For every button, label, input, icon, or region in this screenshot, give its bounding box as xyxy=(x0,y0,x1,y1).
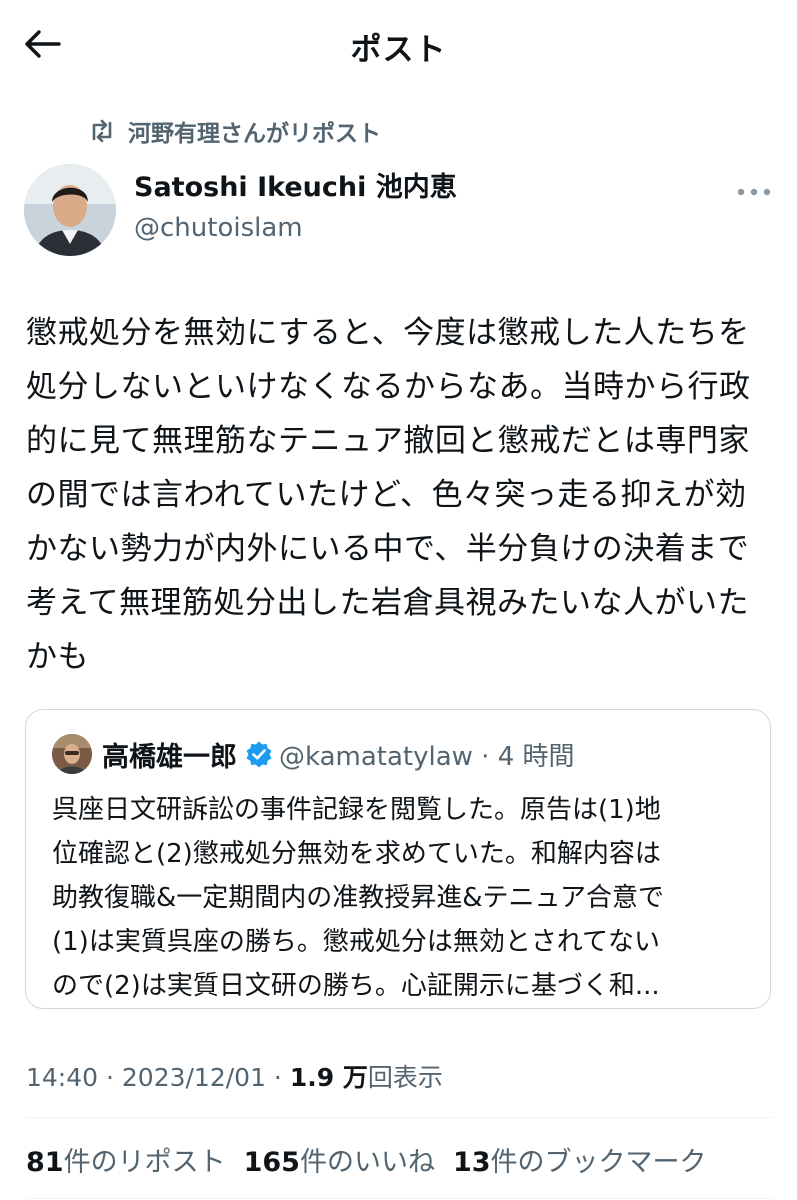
quoted-handle-time: @kamatatylaw · 4 時間 xyxy=(279,741,575,772)
divider xyxy=(26,1198,772,1199)
post-meta: 14:40 · 2023/12/01 · 1.9 万回表示 xyxy=(26,1058,443,1094)
stat-label: 件のブックマーク xyxy=(490,1147,707,1178)
more-button[interactable] xyxy=(734,178,774,206)
view-count: 1.9 万 xyxy=(289,1063,368,1092)
post-text: 懲戒処分を無効にすると、今度は懲戒した人たちを 処分しないといけなくなるからなあ… xyxy=(26,315,751,675)
quoted-post-text: 呉座日文研訴訟の事件記録を閲覧した。原告は(1)地 位確認と(2)懲戒処分無効を… xyxy=(52,795,665,1001)
author-avatar[interactable] xyxy=(24,164,116,256)
quoted-author-name: 高橋雄一郎 xyxy=(102,741,237,773)
verified-badge-icon xyxy=(245,740,273,768)
repost-icon xyxy=(88,116,118,146)
quoted-author-avatar[interactable] xyxy=(52,734,92,774)
top-bar: ポスト xyxy=(0,0,797,92)
stat-count: 13 xyxy=(452,1147,491,1178)
repost-label: 河野有理さんがリポスト xyxy=(128,121,381,147)
stat-count: 165 xyxy=(243,1147,300,1178)
likes-stat[interactable]: 165件のいいね xyxy=(244,1140,435,1179)
post-timestamp[interactable]: 14:40 · 2023/12/01 · xyxy=(26,1063,290,1092)
engagement-stats: 81件のリポスト 165件のいいね 13件のブックマーク xyxy=(26,1140,707,1179)
author-info[interactable]: Satoshi Ikeuchi 池内恵 @chutoislam xyxy=(134,170,457,248)
repost-context[interactable]: 河野有理さんがリポスト xyxy=(88,114,381,148)
author-name[interactable]: Satoshi Ikeuchi 池内恵 xyxy=(134,170,457,206)
bookmarks-stat[interactable]: 13件のブックマーク xyxy=(453,1140,707,1179)
more-dots-icon xyxy=(737,188,771,196)
stat-label: 件のリポスト xyxy=(63,1147,226,1178)
author-handle[interactable]: @chutoislam xyxy=(134,208,457,248)
stat-label: 件のいいね xyxy=(299,1147,435,1178)
view-count-label: 回表示 xyxy=(367,1063,443,1092)
page-title: ポスト xyxy=(350,32,447,68)
quoted-post-header: 高橋雄一郎 @kamatatylaw · 4 時間 xyxy=(52,734,575,774)
quoted-post[interactable]: 高橋雄一郎 @kamatatylaw · 4 時間 呉座日文研訴訟の事件記録を閲… xyxy=(25,709,771,1009)
divider xyxy=(26,1117,772,1118)
stat-count: 81 xyxy=(26,1147,64,1178)
reposts-stat[interactable]: 81件のリポスト xyxy=(26,1140,226,1179)
